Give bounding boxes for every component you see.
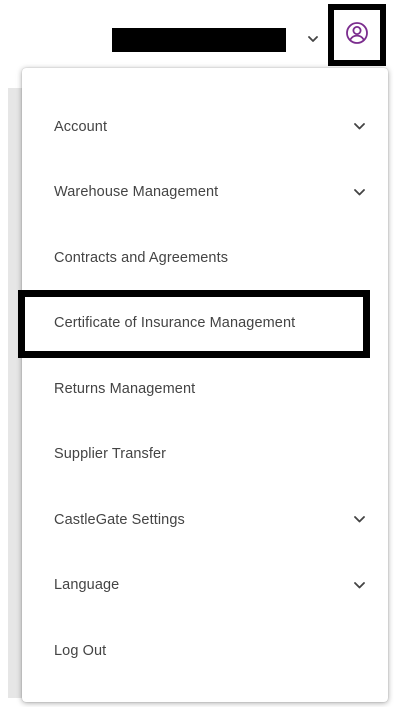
menu-list: Account Warehouse Management Contracts a…: [22, 94, 388, 684]
chevron-down-icon: [352, 120, 366, 134]
menu-item-label: Supplier Transfer: [54, 446, 167, 463]
menu-item-log-out[interactable]: Log Out: [22, 618, 388, 684]
page: Account Warehouse Management Contracts a…: [0, 0, 394, 707]
menu-item-warehouse-management[interactable]: Warehouse Management: [22, 160, 388, 226]
user-dropdown-menu: Account Warehouse Management Contracts a…: [18, 68, 388, 702]
menu-item-returns-management[interactable]: Returns Management: [22, 356, 388, 422]
menu-item-account[interactable]: Account: [22, 94, 388, 160]
menu-item-label: Warehouse Management: [54, 184, 219, 201]
redacted-account-name: [112, 28, 286, 52]
chevron-down-icon: [306, 32, 320, 46]
menu-item-label: Contracts and Agreements: [54, 249, 229, 266]
menu-item-supplier-transfer[interactable]: Supplier Transfer: [22, 422, 388, 488]
chevron-down-icon: [352, 578, 366, 592]
chevron-down-icon: [352, 185, 366, 199]
menu-item-label: Returns Management: [54, 380, 196, 397]
chevron-down-icon: [352, 513, 366, 527]
menu-item-language[interactable]: Language: [22, 553, 388, 619]
user-menu-button[interactable]: [328, 4, 386, 66]
account-switcher[interactable]: [112, 22, 326, 58]
menu-item-label: Log Out: [54, 642, 107, 659]
user-circle-icon: [345, 21, 369, 50]
menu-item-label: CastleGate Settings: [54, 511, 185, 528]
menu-item-label: Language: [54, 577, 120, 594]
menu-item-contracts-and-agreements[interactable]: Contracts and Agreements: [22, 225, 388, 291]
menu-item-label: Certificate of Insurance Management: [54, 315, 296, 332]
menu-item-castlegate-settings[interactable]: CastleGate Settings: [22, 487, 388, 553]
menu-item-certificate-of-insurance-management[interactable]: Certificate of Insurance Management: [22, 291, 388, 357]
menu-item-label: Account: [54, 118, 108, 135]
